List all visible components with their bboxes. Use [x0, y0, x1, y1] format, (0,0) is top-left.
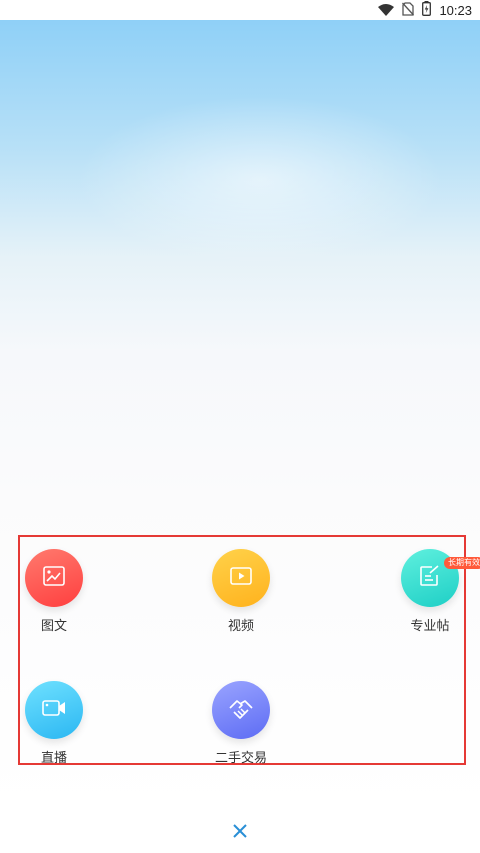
option-circle: [25, 681, 83, 739]
option-label: 专业帖: [410, 619, 450, 634]
no-sim-icon: [402, 1, 415, 20]
publish-option-video[interactable]: 视频: [191, 549, 291, 634]
option-label: 视频: [227, 619, 254, 634]
video-play-icon: [230, 566, 252, 590]
publish-option-image-text[interactable]: 图文: [4, 549, 104, 634]
handshake-icon: [228, 696, 254, 724]
battery-icon: [422, 0, 432, 20]
option-circle: [25, 549, 83, 607]
option-label: 图文: [40, 619, 67, 634]
option-label: 二手交易: [214, 751, 267, 766]
promo-badge: 长期有效: [444, 557, 480, 569]
option-circle: [212, 681, 270, 739]
wifi-icon: [378, 1, 395, 20]
status-icons: 10:23: [378, 0, 472, 20]
publish-option-live[interactable]: 直播: [4, 681, 104, 766]
status-bar: 10:23: [0, 0, 480, 20]
status-time: 10:23: [439, 2, 472, 18]
edit-note-icon: [419, 565, 441, 591]
bottom-bar: [0, 813, 480, 853]
option-circle: [212, 549, 270, 607]
live-camera-icon: [42, 699, 66, 721]
option-label: 直播: [40, 751, 67, 766]
close-button[interactable]: [228, 821, 252, 845]
publish-option-professional-post[interactable]: 长期有效 专业帖: [380, 549, 480, 634]
publish-options-panel: 图文 视频 长期有效 专业帖 直播 二手交易: [18, 535, 480, 766]
image-text-icon: [43, 566, 65, 590]
close-icon: [232, 823, 248, 843]
publish-option-second-hand[interactable]: 二手交易: [191, 681, 291, 766]
